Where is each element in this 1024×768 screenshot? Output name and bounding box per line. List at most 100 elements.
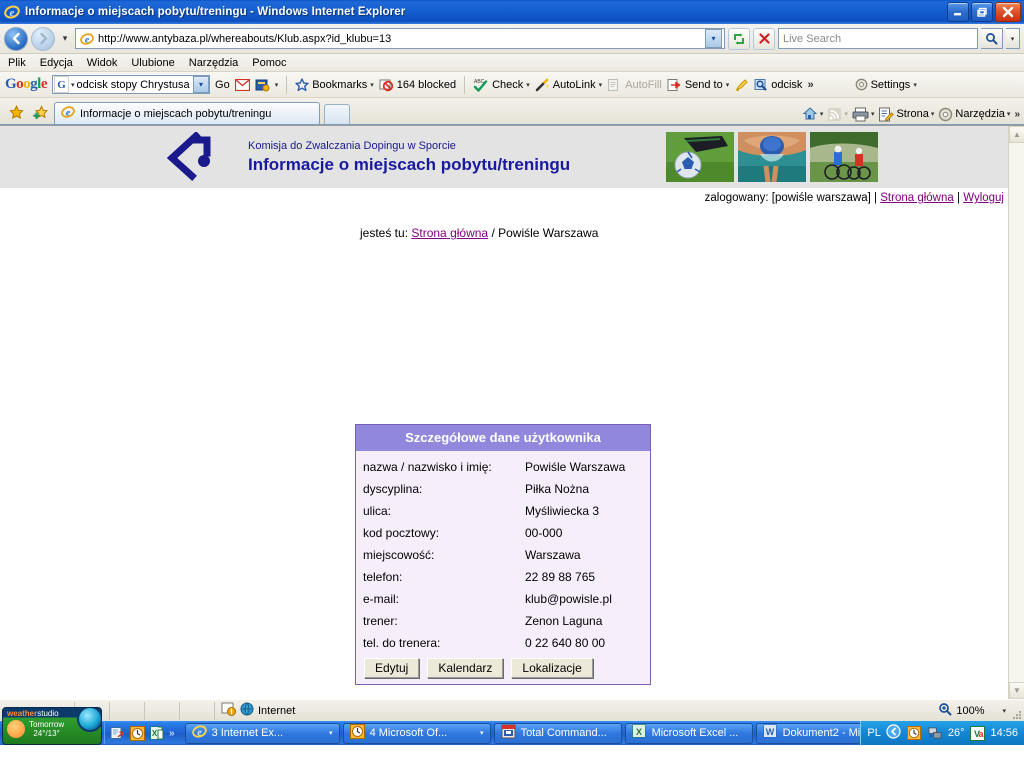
- autolink-caret[interactable]: ▾: [599, 81, 603, 89]
- find-icon: [754, 78, 767, 90]
- back-button[interactable]: [4, 26, 28, 51]
- browser-tab[interactable]: e Informacje o miejscach pobytu/treningu: [54, 102, 320, 124]
- taskbar-item-internet-explorer[interactable]: e 3 Internet Ex... ▾: [184, 722, 340, 744]
- blocked-popups-button[interactable]: 164 blocked: [379, 78, 456, 92]
- breadcrumb-home-link[interactable]: Strona główna: [411, 226, 488, 240]
- google-settings-caret[interactable]: ▾: [913, 81, 917, 89]
- tab-bar: e Informacje o miejscach pobytu/treningu…: [0, 98, 1024, 125]
- clock-icon[interactable]: [129, 725, 145, 741]
- google-settings-button[interactable]: Settings ▾: [855, 78, 917, 91]
- feeds-button[interactable]: ▾: [827, 107, 848, 122]
- tray-expand-button[interactable]: [886, 724, 901, 742]
- clock-icon[interactable]: [906, 725, 922, 741]
- field-value: Piłka Nożna: [525, 482, 590, 496]
- google-bookmarks-icon[interactable]: [255, 78, 270, 92]
- send-to-caret[interactable]: ▾: [726, 81, 730, 89]
- command-bar-overflow[interactable]: »: [1014, 109, 1020, 120]
- taskbar-item-total-commander[interactable]: Total Command...: [493, 722, 622, 744]
- sendto-icon: [667, 78, 681, 91]
- find-word-button[interactable]: odcisk: [754, 78, 802, 92]
- menu-item-narzedzia[interactable]: Narzędzia: [189, 57, 239, 69]
- forward-button[interactable]: [31, 26, 55, 51]
- google-go-button[interactable]: Go: [215, 79, 230, 91]
- google-toolbar: Google G ▾ odcisk stopy Chrystusa ▾ Go ▾…: [0, 72, 1024, 98]
- tray-clock[interactable]: 14:56: [990, 727, 1018, 739]
- taskbar-item-microsoft-office[interactable]: 4 Microsoft Of... ▾: [342, 722, 491, 744]
- avg-icon[interactable]: V a: [969, 725, 985, 741]
- tools-caret[interactable]: ▾: [1007, 110, 1011, 118]
- home-button[interactable]: ▾: [802, 106, 824, 122]
- edit-button[interactable]: Edytuj: [364, 658, 420, 678]
- weather-studio-widget[interactable]: weatherstudio Tomorrow 24°/13°: [2, 707, 102, 745]
- page-viewport: Komisja do Zwalczania Dopingu w Sporcie …: [0, 125, 1024, 699]
- highlight-button[interactable]: [734, 78, 749, 92]
- page-vertical-scrollbar[interactable]: ▲ ▼: [1008, 126, 1024, 699]
- page-button[interactable]: Strona ▾: [878, 107, 934, 122]
- add-to-favorites-icon[interactable]: [30, 100, 50, 124]
- logout-link[interactable]: Wyloguj: [963, 192, 1004, 204]
- zoom-dropdown-caret[interactable]: ▾: [1002, 707, 1006, 715]
- print-caret[interactable]: ▾: [871, 110, 875, 118]
- gmail-icon[interactable]: [234, 78, 250, 91]
- page-caret[interactable]: ▾: [931, 110, 935, 118]
- calendar-button[interactable]: Kalendarz: [427, 658, 504, 678]
- show-desktop-icon[interactable]: [109, 725, 125, 741]
- google-search-input[interactable]: G ▾ odcisk stopy Chrystusa ▾: [52, 75, 211, 94]
- search-go-button[interactable]: [981, 28, 1003, 49]
- maximize-button[interactable]: [971, 2, 993, 22]
- search-dropdown-button[interactable]: ▾: [1006, 28, 1020, 49]
- taskbar-item-caret[interactable]: ▾: [480, 729, 484, 737]
- stop-button[interactable]: [753, 27, 775, 50]
- refresh-button[interactable]: [728, 27, 750, 50]
- menu-item-ulubione[interactable]: Ulubione: [131, 57, 174, 69]
- tools-button[interactable]: Narzędzia ▾: [938, 107, 1010, 122]
- security-zone[interactable]: Internet: [215, 702, 295, 719]
- address-bar-dropdown[interactable]: ▾: [705, 29, 722, 48]
- bookmarks-button[interactable]: Bookmarks ▾: [295, 77, 374, 92]
- close-button[interactable]: [995, 2, 1021, 22]
- taskbar-item-caret[interactable]: ▾: [329, 729, 333, 737]
- locations-button[interactable]: Lokalizacje: [511, 658, 593, 678]
- clock-icon: [349, 724, 365, 742]
- login-separator: |: [874, 192, 878, 204]
- spellcheck-button[interactable]: ABC Check ▾: [473, 78, 530, 92]
- send-to-button[interactable]: Send to ▾: [667, 78, 729, 92]
- search-input[interactable]: Live Search: [778, 28, 978, 49]
- home-caret[interactable]: ▾: [820, 110, 824, 118]
- new-tab-button[interactable]: [324, 104, 350, 124]
- menu-item-pomoc[interactable]: Pomoc: [252, 57, 286, 69]
- address-bar-field[interactable]: e http://www.antybaza.pl/whereabouts/Klu…: [75, 28, 725, 49]
- excel-icon[interactable]: X: [149, 725, 165, 741]
- google-letter: e: [40, 76, 48, 92]
- zoom-control[interactable]: 100% ▾: [938, 702, 1006, 719]
- address-toolbar: ▾ e http://www.antybaza.pl/whereabouts/K…: [0, 24, 1024, 54]
- google-toolbar-overflow[interactable]: »: [807, 79, 813, 91]
- menu-item-widok[interactable]: Widok: [87, 57, 118, 69]
- taskbar-item-label: 4 Microsoft Of...: [369, 727, 448, 739]
- autolink-button[interactable]: AutoLink ▾: [535, 78, 602, 92]
- google-search-history-caret[interactable]: ▾: [69, 81, 77, 89]
- spellcheck-caret[interactable]: ▾: [526, 81, 530, 89]
- scroll-down-button[interactable]: ▼: [1009, 682, 1024, 699]
- resize-grip[interactable]: [1010, 708, 1022, 720]
- google-search-dropdown[interactable]: ▾: [193, 76, 210, 93]
- minimize-button[interactable]: [947, 2, 969, 22]
- language-indicator[interactable]: PL: [867, 727, 880, 739]
- favorites-center-icon[interactable]: [6, 100, 26, 124]
- menu-item-plik[interactable]: Plik: [8, 57, 26, 69]
- swimming-photo: [738, 132, 806, 182]
- taskbar-item-microsoft-excel[interactable]: X Microsoft Excel ...: [624, 722, 753, 744]
- login-separator: |: [956, 192, 960, 204]
- history-dropdown-button[interactable]: ▾: [58, 28, 72, 50]
- home-link[interactable]: Strona główna: [880, 192, 954, 204]
- feeds-caret: ▾: [844, 111, 848, 118]
- google-apps-caret[interactable]: ▾: [275, 81, 279, 89]
- menu-item-edycja[interactable]: Edycja: [40, 57, 73, 69]
- network-icon[interactable]: [927, 725, 943, 741]
- zoom-icon: [938, 702, 952, 719]
- scroll-up-button[interactable]: ▲: [1009, 126, 1024, 143]
- quick-launch-overflow[interactable]: »: [169, 728, 175, 739]
- autofill-button[interactable]: AutoFill: [607, 78, 662, 92]
- bookmarks-caret[interactable]: ▾: [370, 81, 374, 89]
- print-button[interactable]: ▾: [852, 107, 875, 122]
